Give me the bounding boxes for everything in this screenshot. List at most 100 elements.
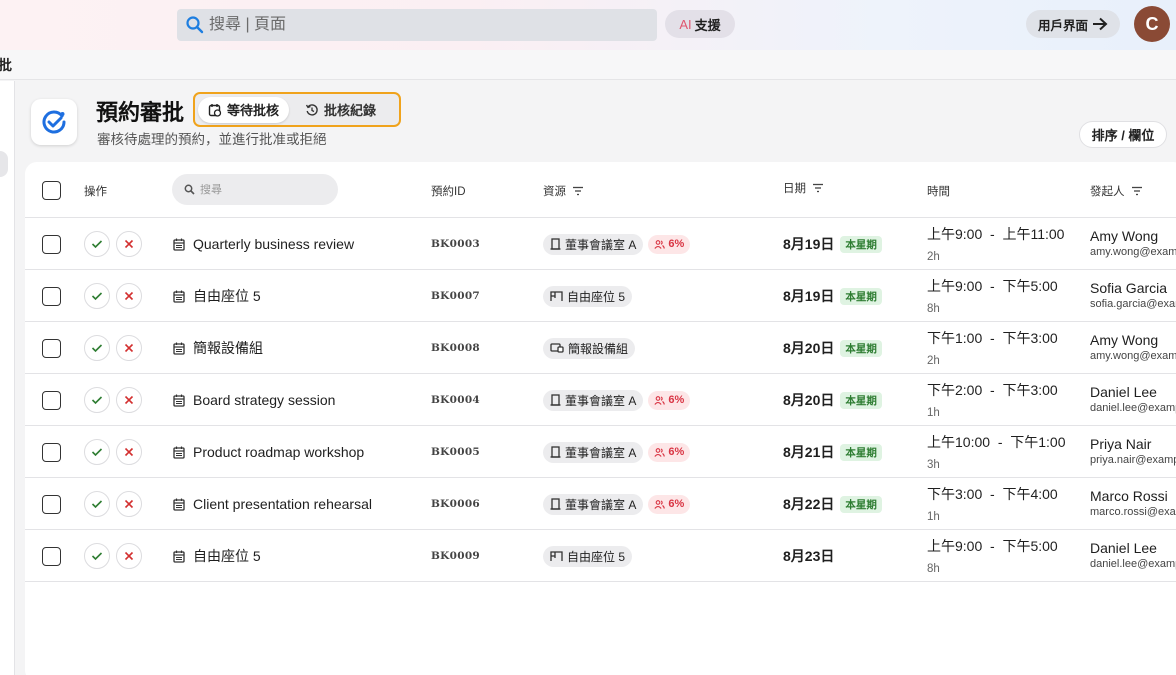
table-row[interactable]: Client presentation rehearsal BK0006 董事會議室… <box>25 478 1176 530</box>
user-view-button[interactable]: 用戶界面 <box>1026 10 1120 38</box>
reject-button[interactable] <box>116 335 142 361</box>
global-search[interactable] <box>177 9 657 41</box>
table-search-input[interactable] <box>200 183 330 196</box>
booking-id: BK0003 <box>431 238 481 250</box>
approve-button[interactable] <box>84 231 110 257</box>
resource-chip[interactable]: 簡報設備組 <box>543 337 636 359</box>
resource-cell: 董事會議室 A 6% <box>543 478 691 530</box>
requester-cell: Daniel Lee daniel.lee@example.com <box>1090 384 1176 414</box>
sort-columns-button[interactable]: 排序 / 欄位 <box>1079 121 1167 148</box>
booking-id: BK0007 <box>431 290 481 302</box>
row-checkbox[interactable] <box>42 339 61 358</box>
avatar[interactable]: C <box>1134 6 1170 42</box>
time-range: 上午9:00 - 下午5:00 <box>927 538 1058 554</box>
table-row[interactable]: Board strategy session BK0004 董事會議室 A 6% 8月2… <box>25 374 1176 426</box>
table-row[interactable]: Product roadmap workshop BK0005 董事會議室 A 6% 8… <box>25 426 1176 478</box>
column-date[interactable]: 日期 <box>783 180 824 196</box>
booking-id: BK0004 <box>431 394 481 406</box>
resource-chip[interactable]: 董事會議室 A <box>543 389 644 411</box>
global-search-input[interactable] <box>209 16 629 34</box>
table-row[interactable]: 簡報設備組 BK0008 簡報設備組 8月20日 本星期 下午1:00 - 下午3:00 2… <box>25 322 1176 374</box>
row-checkbox[interactable] <box>42 391 61 410</box>
reject-button[interactable] <box>116 491 142 517</box>
resource-chip[interactable]: 董事會議室 A <box>543 233 644 255</box>
occupancy-badge: 6% <box>648 494 691 514</box>
select-all-checkbox[interactable] <box>42 181 61 200</box>
breadcrumb-item[interactable]: 批 <box>0 55 12 75</box>
resource-cell: 董事會議室 A 6% <box>543 426 691 478</box>
approve-button[interactable] <box>84 543 110 569</box>
row-checkbox[interactable] <box>42 287 61 306</box>
row-checkbox[interactable] <box>42 235 61 254</box>
occupancy-badge: 6% <box>648 442 691 462</box>
breadcrumb: 批 <box>0 50 1176 80</box>
approve-button[interactable] <box>84 439 110 465</box>
column-resource[interactable]: 資源 <box>543 183 584 199</box>
resource-chip[interactable]: 自由座位 5 <box>543 285 633 307</box>
filter-icon[interactable] <box>1131 186 1143 196</box>
table-search[interactable] <box>172 174 338 205</box>
booking-title: 自由座位 5 <box>193 288 261 304</box>
check-circle-icon <box>42 110 66 134</box>
resource-chip[interactable]: 自由座位 5 <box>543 545 633 567</box>
column-requester[interactable]: 發起人 <box>1090 183 1143 199</box>
calendar-icon <box>173 550 185 563</box>
filter-icon[interactable] <box>572 186 584 196</box>
booking-id: BK0006 <box>431 498 481 510</box>
booking-title-cell[interactable]: Quarterly business review <box>173 218 354 270</box>
time-range: 上午9:00 - 上午11:00 <box>927 226 1065 242</box>
row-checkbox[interactable] <box>42 547 61 566</box>
table-row[interactable]: 自由座位 5 BK0009 自由座位 5 8月23日 上午9:00 - 下午5:00 8h… <box>25 530 1176 582</box>
close-icon <box>124 551 134 561</box>
requester-name: Sofia Garcia <box>1090 280 1168 296</box>
tab-pending[interactable]: 等待批核 <box>198 96 290 123</box>
time-cell: 上午9:00 - 上午11:00 2h <box>927 224 1064 263</box>
approve-button[interactable] <box>84 387 110 413</box>
reject-button[interactable] <box>116 439 142 465</box>
table-row[interactable]: 自由座位 5 BK0007 自由座位 5 8月19日 本星期 上午9:00 - 下午5:0… <box>25 270 1176 322</box>
resource-name: 自由座位 5 <box>567 289 626 304</box>
approve-button[interactable] <box>84 491 110 517</box>
reject-button[interactable] <box>116 387 142 413</box>
row-checkbox[interactable] <box>42 443 61 462</box>
resource-chip[interactable]: 董事會議室 A <box>543 441 644 463</box>
booking-title-cell[interactable]: 自由座位 5 <box>173 530 261 582</box>
filter-icon[interactable] <box>812 183 824 193</box>
reject-button[interactable] <box>116 543 142 569</box>
booking-title-cell[interactable]: Client presentation rehearsal <box>173 478 372 530</box>
resource-name: 董事會議室 A <box>565 497 637 512</box>
column-booking-id[interactable]: 預約ID <box>431 183 466 199</box>
desk-icon <box>550 291 563 301</box>
duration: 2h <box>927 251 940 263</box>
booking-title-cell[interactable]: Board strategy session <box>173 374 335 426</box>
tab-history[interactable]: 批核紀錄 <box>295 97 386 123</box>
reject-button[interactable] <box>116 231 142 257</box>
resource-name: 董事會議室 A <box>565 237 637 252</box>
approve-button[interactable] <box>84 283 110 309</box>
reject-button[interactable] <box>116 283 142 309</box>
booking-id: BK0005 <box>431 446 481 458</box>
booking-title-cell[interactable]: Product roadmap workshop <box>173 426 364 478</box>
booking-date: 8月21日 <box>783 444 835 460</box>
requester-cell: Priya Nair priya.nair@example.com <box>1090 436 1176 466</box>
row-checkbox[interactable] <box>42 495 61 514</box>
booking-title-cell[interactable]: 簡報設備組 <box>173 322 263 374</box>
requester-email: daniel.lee@example.com <box>1090 402 1176 414</box>
booking-title: Product roadmap workshop <box>193 444 365 460</box>
resource-cell: 董事會議室 A 6% <box>543 218 691 270</box>
calendar-icon <box>173 446 185 459</box>
check-icon <box>91 396 103 405</box>
booking-title: Board strategy session <box>193 392 336 408</box>
check-icon <box>91 292 103 301</box>
calendar-icon <box>173 394 185 407</box>
booking-date: 8月20日 <box>783 392 835 408</box>
resource-chip[interactable]: 董事會議室 A <box>543 493 644 515</box>
ai-support-button[interactable]: AI 支援 <box>665 10 735 38</box>
ai-label: AI <box>679 16 692 32</box>
approve-button[interactable] <box>84 335 110 361</box>
booking-title-cell[interactable]: 自由座位 5 <box>173 270 261 322</box>
resource-cell: 自由座位 5 <box>543 530 633 582</box>
column-time[interactable]: 時間 <box>927 183 950 199</box>
table-row[interactable]: Quarterly business review BK0003 董事會議室 A 6%… <box>25 218 1176 270</box>
side-panel-item[interactable] <box>0 151 8 177</box>
